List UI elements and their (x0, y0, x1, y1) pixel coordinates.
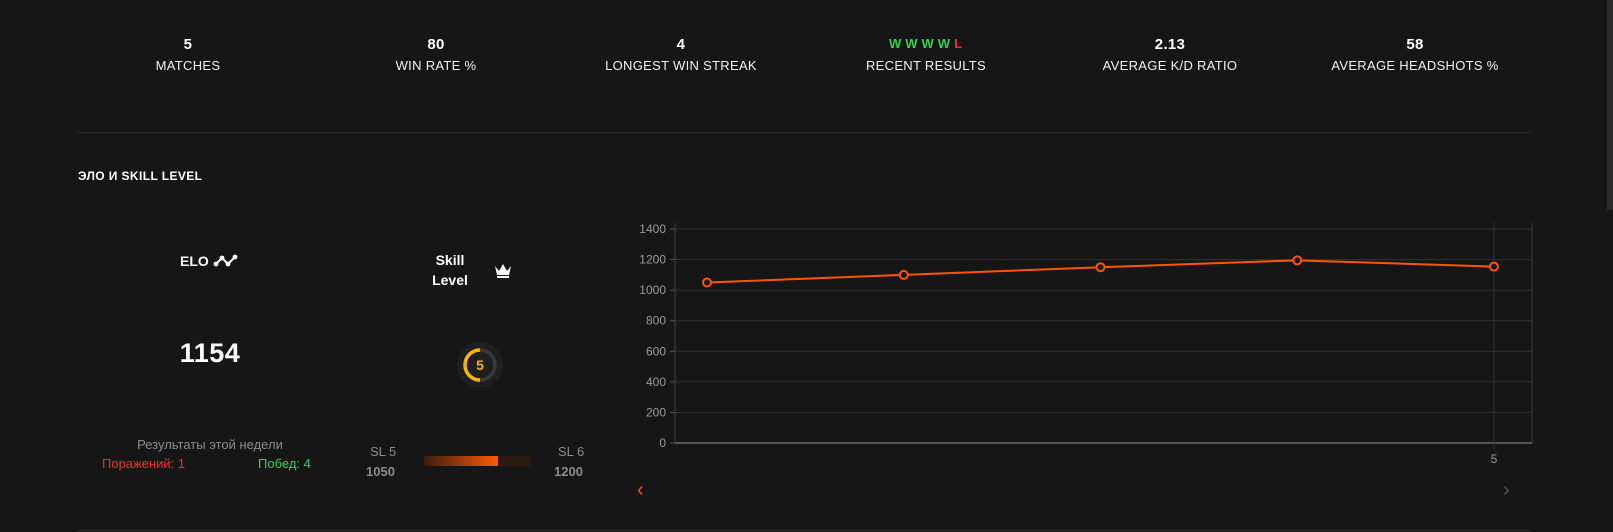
stats-bar: 5 MATCHES 80 WIN RATE % 4 LONGEST WIN ST… (78, 36, 1530, 86)
stat-avg-hs-label: AVERAGE HEADSHOTS % (1331, 58, 1499, 73)
sl-left-name: SL 5 (370, 444, 397, 459)
stat-longest-streak-value: 4 (676, 36, 686, 53)
recent-result-4: W (937, 36, 952, 51)
stat-matches-value: 5 (183, 36, 193, 53)
stat-avg-kd-label: AVERAGE K/D RATIO (1102, 58, 1238, 73)
stat-matches-label: MATCHES (155, 58, 221, 73)
stat-recent-results-label: RECENT RESULTS (865, 58, 987, 73)
sl-right-value: 1200 (554, 464, 583, 479)
stat-longest-streak-label: LONGEST WIN STREAK (605, 58, 757, 73)
chart-ytick-label: 1400 (639, 222, 666, 236)
stat-recent-results: WWWWL RECENT RESULTS (826, 36, 1026, 73)
chart-ytick-label: 400 (646, 375, 666, 389)
stat-avg-kd: 2.13 AVERAGE K/D RATIO (1070, 36, 1270, 73)
skill-level-label: Skill Level (432, 252, 468, 288)
chart-ytick-label: 600 (646, 344, 666, 358)
recent-result-1: W (888, 36, 903, 51)
elo-chart: 0 200 400 600 800 1000 1200 1400 5 (639, 222, 1533, 466)
recent-result-2: W (905, 36, 919, 51)
sl-right-name: SL 6 (558, 444, 585, 459)
elo-value: 1154 (179, 338, 241, 368)
stat-win-rate: 80 WIN RATE % (336, 36, 536, 73)
recent-result-3: W (921, 36, 935, 51)
stat-longest-streak: 4 LONGEST WIN STREAK (581, 36, 781, 73)
chart-point-3 (1095, 262, 1106, 273)
chart-prev-button[interactable]: ‹ (637, 480, 644, 500)
chart-ytick-label: 1000 (639, 283, 666, 297)
elo-label-text: ELO (180, 253, 209, 269)
skill-progress-bar (424, 456, 531, 466)
sl-left-value: 1050 (366, 464, 395, 479)
section-title: ЭЛО И SKILL LEVEL (78, 169, 203, 183)
section-divider (78, 132, 1530, 133)
week-wins: Побед: 4 (258, 456, 311, 471)
chart-ytick-label: 0 (659, 436, 666, 450)
chart-ytick-label: 1200 (639, 253, 666, 267)
skill-level-number: 5 (476, 357, 484, 373)
stat-avg-hs-value: 58 (1406, 36, 1424, 53)
week-losses: Поражений: 1 (102, 456, 186, 471)
skill-progress-fill (424, 456, 498, 466)
chart-point-2 (898, 269, 909, 280)
skill-level-badge: 5 (457, 342, 503, 388)
page-scrollbar[interactable] (1607, 0, 1613, 210)
chart-ytick-label: 800 (646, 314, 666, 328)
stat-avg-hs: 58 AVERAGE HEADSHOTS % (1315, 36, 1515, 73)
stat-win-rate-label: WIN RATE % (395, 58, 477, 73)
elo-label: ELO (180, 253, 239, 269)
week-results-title: Результаты этой недели (137, 437, 283, 452)
chart-point-5 (1489, 261, 1499, 272)
bottom-divider (78, 530, 1530, 531)
recent-result-5: L (954, 36, 964, 51)
stat-matches: 5 MATCHES (88, 36, 288, 73)
chart-ytick-label: 200 (646, 405, 666, 419)
chart-point-4 (1292, 255, 1303, 266)
chart-next-button[interactable]: › (1503, 480, 1510, 500)
chart-point-1 (702, 277, 712, 288)
recent-results-list: WWWWL (826, 36, 1026, 54)
stat-win-rate-value: 80 (427, 36, 445, 53)
trend-line-icon (213, 254, 238, 267)
stat-avg-kd-value: 2.13 (1154, 36, 1186, 53)
crown-icon (495, 264, 511, 278)
chart-xtick-label: 5 (1491, 452, 1498, 466)
